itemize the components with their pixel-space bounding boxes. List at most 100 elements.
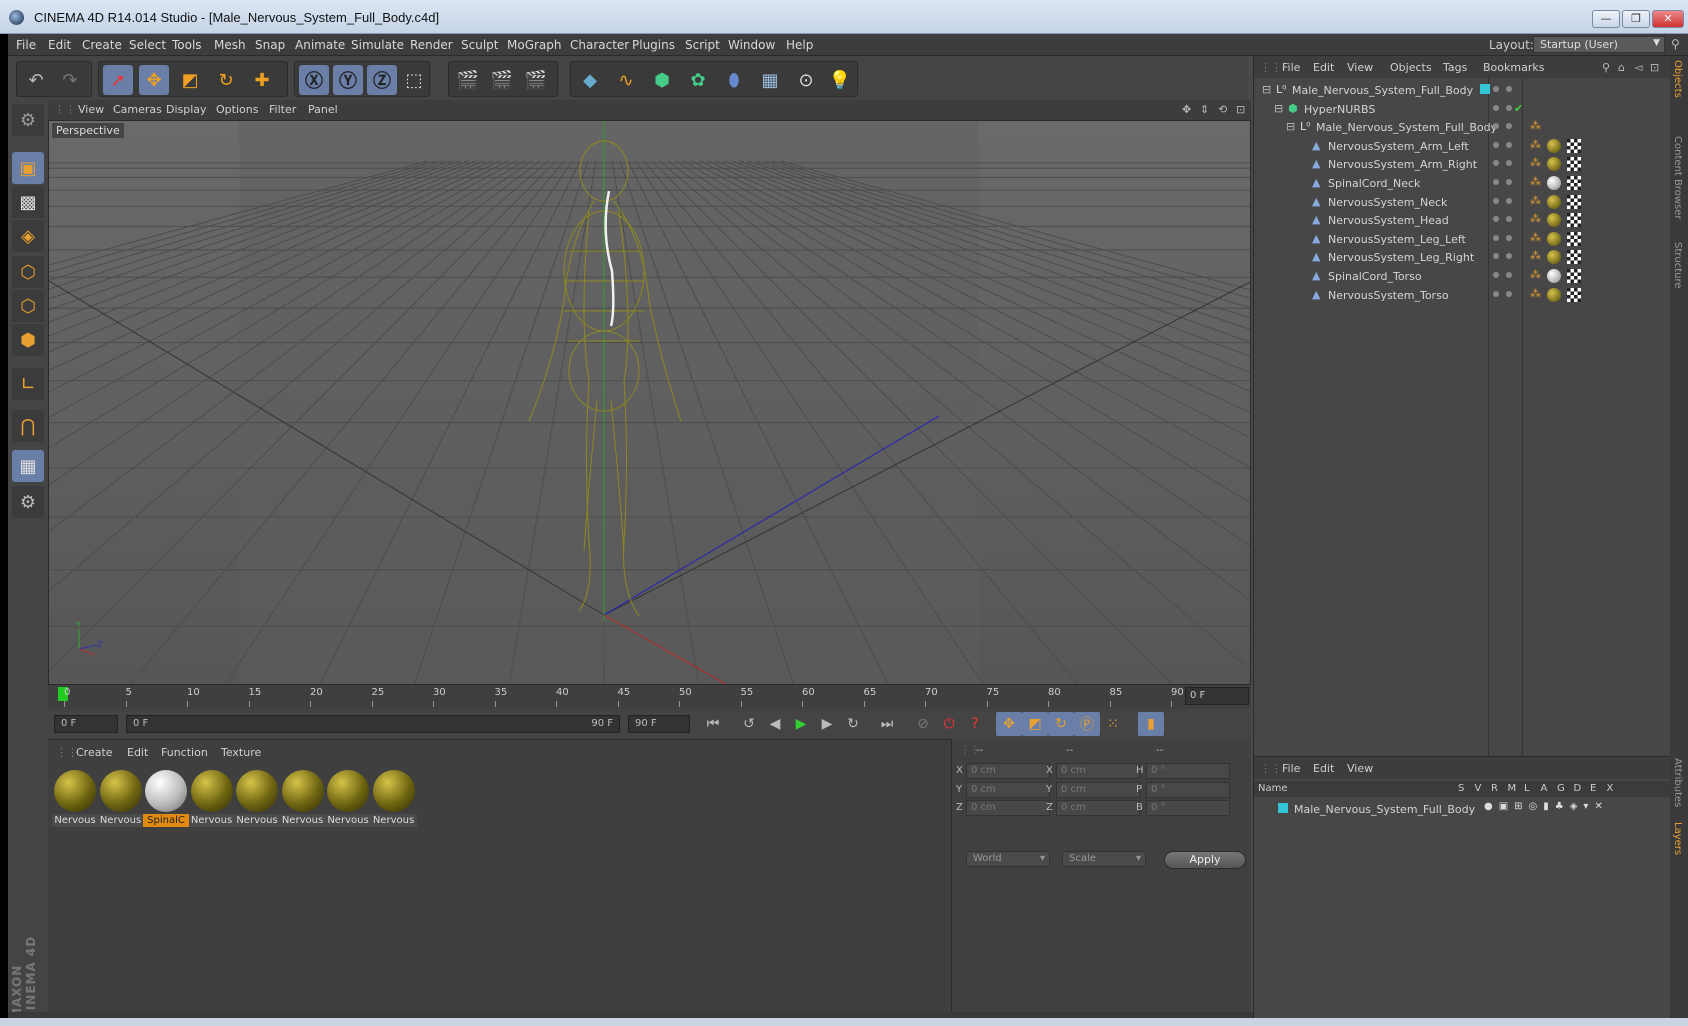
menu-render[interactable]: Render	[410, 38, 453, 52]
menu-window[interactable]: Window	[728, 38, 775, 52]
phong-tag-icon[interactable]: ⁂	[1530, 249, 1541, 262]
x-axis-lock-icon[interactable]: Ⓧ	[299, 65, 329, 95]
phong-tag-icon[interactable]: ⁂	[1530, 231, 1541, 244]
phong-tag-icon[interactable]: ⁂	[1530, 175, 1541, 188]
material-preview[interactable]	[327, 770, 369, 812]
menu-simulate[interactable]: Simulate	[351, 38, 404, 52]
visibility-dot[interactable]	[1493, 141, 1499, 148]
tab-attributes[interactable]: Attributes	[1672, 758, 1683, 807]
key-position-icon[interactable]: ✥	[996, 712, 1022, 736]
material-preview[interactable]	[54, 770, 96, 812]
material-swatch[interactable]: Nervous	[279, 768, 326, 827]
object-name[interactable]: Male_Nervous_System_Full_Body	[1292, 84, 1473, 97]
layer-column-header[interactable]: R	[1491, 783, 1498, 794]
move-tool-icon[interactable]: ✥	[139, 65, 169, 95]
enabled-check-icon[interactable]: ✔	[1514, 102, 1523, 115]
render-picture-viewer-icon[interactable]: 🎬	[487, 65, 517, 95]
coordinate-system-icon[interactable]: ⬚	[399, 65, 429, 95]
object-name[interactable]: Male_Nervous_System_Full_Body	[1316, 121, 1497, 134]
phong-tag-icon[interactable]: ⁂	[1530, 212, 1541, 225]
render-visibility-dot[interactable]	[1506, 290, 1512, 297]
layer-column-header[interactable]: M	[1508, 783, 1517, 794]
object-name[interactable]: NervousSystem_Leg_Right	[1328, 251, 1474, 264]
material-menu-edit[interactable]: Edit	[127, 746, 148, 759]
render-view-icon[interactable]: 🎬	[453, 65, 483, 95]
viewport-menu-panel[interactable]: Panel	[308, 103, 338, 116]
menu-plugins[interactable]: Plugins	[632, 38, 675, 52]
layer-row[interactable]: Male_Nervous_System_Full_Body ●▣⊞◎▮♣◈▾✕	[1254, 799, 1671, 819]
points-mode-icon[interactable]: ⬡	[12, 256, 44, 288]
array-icon[interactable]: ✿	[683, 65, 713, 95]
viewport-menu-filter[interactable]: Filter	[269, 103, 296, 116]
render-visibility-dot[interactable]	[1506, 272, 1512, 278]
object-name[interactable]: NervousSystem_Neck	[1328, 196, 1447, 209]
rotation-field[interactable]: 0 °	[1146, 781, 1230, 798]
light-icon[interactable]: 💡	[825, 65, 855, 95]
layer-column-header[interactable]: A	[1541, 783, 1548, 794]
current-frame-field[interactable]: 0 F	[1185, 687, 1249, 705]
render-visibility-dot[interactable]	[1506, 104, 1512, 111]
cube-primitive-icon[interactable]: ◆	[575, 65, 605, 95]
edges-mode-icon[interactable]: ⬡	[12, 290, 44, 322]
workplane-icon[interactable]: ◈	[12, 220, 44, 252]
material-tag-icon[interactable]	[1547, 287, 1561, 302]
layer-column-header[interactable]: L	[1524, 783, 1530, 794]
tweak-snap-icon[interactable]: ⋂	[12, 410, 44, 442]
render-visibility-dot[interactable]	[1506, 234, 1512, 241]
layout-select[interactable]: Startup (User) ▼	[1533, 36, 1665, 53]
min-frame-field[interactable]: 0 F	[54, 715, 118, 733]
material-label[interactable]: Nervous	[234, 814, 280, 827]
recent-tool-icon[interactable]: ✚	[247, 65, 277, 95]
workplane-lock-icon[interactable]: ▦	[12, 450, 44, 482]
redo-icon[interactable]: ↷	[55, 65, 85, 95]
search-icon[interactable]: ⚲	[1671, 37, 1680, 51]
menu-snap[interactable]: Snap	[255, 38, 285, 52]
polygons-mode-icon[interactable]: ⬢	[12, 324, 44, 356]
ping-pong-icon[interactable]: ↻	[840, 712, 866, 736]
step-forward-icon[interactable]: ▶	[814, 712, 840, 736]
camera-icon[interactable]: ⊙	[791, 65, 821, 95]
loop-icon[interactable]: ↺	[736, 712, 762, 736]
back-icon[interactable]: ◅	[1634, 61, 1642, 74]
phong-tag-icon[interactable]: ⁂	[1530, 287, 1541, 300]
axis-mode-icon[interactable]: ∟	[12, 368, 44, 400]
material-preview[interactable]	[99, 770, 142, 812]
menu-help[interactable]: Help	[786, 38, 813, 52]
viewport-zoom-icon[interactable]: ⇕	[1200, 103, 1209, 116]
material-preview[interactable]	[190, 770, 233, 812]
render-settings-icon[interactable]: 🎬	[521, 65, 551, 95]
material-menu-texture[interactable]: Texture	[221, 746, 261, 759]
menu-mograph[interactable]: MoGraph	[507, 38, 562, 52]
material-tag-icon[interactable]	[1547, 138, 1561, 153]
keyframe-help-icon[interactable]: ?	[962, 712, 988, 736]
uvw-tag-icon[interactable]	[1567, 287, 1581, 302]
material-swatch[interactable]: Nervous	[188, 768, 235, 827]
model-mode-icon[interactable]: ▣	[12, 152, 44, 184]
material-tag-icon[interactable]	[1547, 231, 1561, 246]
layer-column-header[interactable]: G	[1557, 783, 1565, 794]
record-disabled-icon[interactable]: ⊘	[910, 712, 936, 736]
viewport-menu-cameras[interactable]: Cameras	[113, 103, 162, 116]
live-select-icon[interactable]: ➚	[103, 65, 133, 95]
locked-workplane-icon[interactable]: ⚙	[12, 486, 44, 518]
material-label[interactable]: Nervous	[370, 814, 417, 827]
menu-select[interactable]: Select	[129, 38, 166, 52]
viewport-menu-options[interactable]: Options	[216, 103, 258, 116]
coordinate-mode-select[interactable]: World ▾	[966, 851, 1050, 867]
search-icon[interactable]: ⚲	[1602, 61, 1610, 74]
render-visibility-dot[interactable]	[1506, 141, 1512, 148]
object-row[interactable]: ⊟ ⬢ HyperNURBS ✔	[1254, 99, 1671, 119]
material-swatch[interactable]: Nervous	[52, 768, 98, 827]
object-row[interactable]: ▲ NervousSystem_Arm_Left ⁂	[1254, 136, 1671, 156]
layer-column-header[interactable]: S	[1458, 783, 1464, 794]
home-icon[interactable]: ⌂	[1618, 61, 1625, 74]
layer-color-swatch[interactable]	[1278, 803, 1288, 813]
material-menu-function[interactable]: Function	[161, 746, 208, 759]
layers-menu-view[interactable]: View	[1347, 762, 1373, 775]
menu-mesh[interactable]: Mesh	[214, 38, 246, 52]
material-tag-icon[interactable]	[1547, 157, 1561, 172]
undo-icon[interactable]: ↶	[21, 65, 51, 95]
visibility-dot[interactable]	[1493, 290, 1499, 297]
y-axis-lock-icon[interactable]: Ⓨ	[333, 65, 363, 95]
object-row[interactable]: ▲ NervousSystem_Neck ⁂	[1254, 192, 1671, 212]
